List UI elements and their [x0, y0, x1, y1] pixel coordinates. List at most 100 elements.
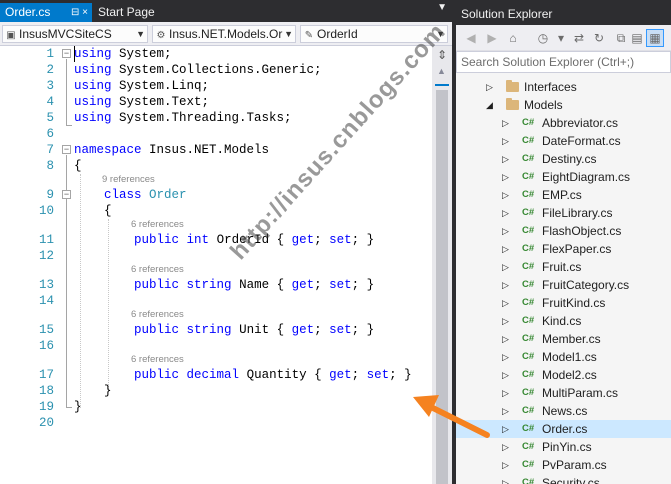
expand-icon[interactable]: ▷ — [502, 114, 509, 132]
tree-file-item[interactable]: ▷ C# News.cs — [456, 402, 671, 420]
tree-file-item[interactable]: ▷ C# Member.cs — [456, 330, 671, 348]
tree-file-item[interactable]: ▷ C# PinYin.cs — [456, 438, 671, 456]
fold-guide-end — [66, 125, 72, 126]
expand-icon[interactable]: ▷ — [502, 474, 509, 484]
expand-icon[interactable]: ▷ — [502, 240, 509, 258]
codelens-references[interactable]: 9 references — [102, 174, 155, 186]
search-input[interactable]: Search Solution Explorer (Ctrl+;) — [456, 51, 671, 73]
tree-file-item[interactable]: ▷ C# DateFormat.cs — [456, 132, 671, 150]
tree-file-item[interactable]: ▷ C# MultiParam.cs — [456, 384, 671, 402]
tree-file-item[interactable]: ▷ C# Abbreviator.cs — [456, 114, 671, 132]
keyword: public — [134, 233, 180, 247]
tab-order-cs[interactable]: Order.cs ⊟ × — [0, 3, 92, 22]
tree-folder-interfaces[interactable]: ▷ Interfaces — [456, 78, 671, 96]
tab-start-page[interactable]: Start Page — [93, 3, 175, 22]
chevron-down-icon[interactable]: ▼ — [437, 2, 447, 13]
line-number: 15 — [38, 323, 54, 337]
csharp-file-icon: C# — [522, 369, 535, 380]
tree-file-item[interactable]: ▷ C# FruitCategory.cs — [456, 276, 671, 294]
back-icon[interactable]: ◀ — [462, 29, 480, 47]
expand-icon[interactable]: ▷ — [502, 222, 509, 240]
code-text: { — [74, 159, 82, 173]
expand-icon[interactable]: ▷ — [502, 438, 509, 456]
line-number-gutter: 1 2 3 4 5 6 7 8 9 10 11 12 13 14 15 16 1… — [0, 46, 54, 484]
tree-file-item[interactable]: ▷ C# Model2.cs — [456, 366, 671, 384]
tree-file-item[interactable]: ▷ C# Order.cs — [456, 420, 671, 438]
codelens-references[interactable]: 6 references — [131, 219, 184, 231]
expand-icon[interactable]: ▷ — [502, 384, 509, 402]
expand-icon[interactable]: ▷ — [502, 168, 509, 186]
expand-icon[interactable]: ▷ — [502, 312, 509, 330]
keyword: set — [329, 323, 352, 337]
tree-file-item[interactable]: ▷ C# PvParam.cs — [456, 456, 671, 474]
expand-icon[interactable]: ▷ — [502, 420, 509, 438]
expand-icon[interactable]: ▷ — [502, 204, 509, 222]
member-dropdown-value: OrderId — [317, 27, 358, 41]
tree-file-item[interactable]: ▷ C# FileLibrary.cs — [456, 204, 671, 222]
tree-folder-models[interactable]: ◢ Models — [456, 96, 671, 114]
member-dropdown[interactable]: ✎ OrderId ▼ — [300, 25, 448, 43]
expand-icon[interactable]: ▷ — [502, 258, 509, 276]
expand-icon[interactable]: ▷ — [486, 78, 493, 96]
collapse-icon[interactable]: − — [62, 49, 71, 58]
collapse-icon[interactable]: ◢ — [486, 96, 493, 114]
fold-guide-end — [66, 407, 72, 408]
properties-icon[interactable]: ▦ — [646, 29, 664, 47]
forward-icon[interactable]: ▶ — [483, 29, 501, 47]
code-text: Quantity { — [239, 368, 330, 382]
history-icon[interactable]: ◷ — [534, 29, 552, 47]
expand-icon[interactable]: ▷ — [502, 150, 509, 168]
expand-icon[interactable]: ▷ — [502, 330, 509, 348]
scroll-up-arrow-icon[interactable]: ▲ — [437, 66, 446, 76]
csharp-file-icon: C# — [522, 207, 535, 218]
tree-label: FruitCategory.cs — [542, 278, 630, 292]
tree-file-item[interactable]: ▷ C# EMP.cs — [456, 186, 671, 204]
code-line: } — [74, 399, 82, 415]
refresh-icon[interactable]: ↻ — [590, 29, 608, 47]
keyword: using — [74, 47, 112, 61]
expand-icon[interactable]: ▷ — [502, 402, 509, 420]
expand-icon[interactable]: ▷ — [502, 132, 509, 150]
tree-file-item[interactable]: ▷ C# FlexPaper.cs — [456, 240, 671, 258]
tab-pin-close-icon[interactable]: ⊟ × — [71, 3, 88, 22]
tree-file-item[interactable]: ▷ C# Destiny.cs — [456, 150, 671, 168]
csharp-file-icon: C# — [522, 333, 535, 344]
project-dropdown[interactable]: ▣ InsusMVCSiteCS ▼ — [2, 25, 148, 43]
collapse-icon[interactable]: − — [62, 190, 71, 199]
tree-file-item[interactable]: ▷ C# Model1.cs — [456, 348, 671, 366]
line-number: 13 — [38, 278, 54, 292]
dropdown-arrow-icon[interactable]: ▾ — [552, 29, 570, 47]
tree-file-item[interactable]: ▷ C# Security.cs — [456, 474, 671, 484]
tree-file-item[interactable]: ▷ C# FruitKind.cs — [456, 294, 671, 312]
tree-file-item[interactable]: ▷ C# EightDiagram.cs — [456, 168, 671, 186]
codelens-references[interactable]: 6 references — [131, 264, 184, 276]
expand-icon[interactable]: ▷ — [502, 366, 509, 384]
tree-file-item[interactable]: ▷ C# Kind.cs — [456, 312, 671, 330]
code-text-area[interactable]: 1 2 3 4 5 6 7 8 9 10 11 12 13 14 15 16 1… — [0, 46, 432, 484]
line-number: 19 — [38, 400, 54, 414]
tree-file-item[interactable]: ▷ C# Fruit.cs — [456, 258, 671, 276]
split-window-icon[interactable]: ⇕ — [434, 48, 450, 62]
caret-position-marker — [435, 84, 449, 86]
expand-icon[interactable]: ▷ — [502, 456, 509, 474]
code-text: ; — [314, 278, 330, 292]
scrollbar-thumb[interactable] — [436, 90, 448, 484]
home-icon[interactable]: ⌂ — [504, 29, 522, 47]
sync-icon[interactable]: ⇄ — [570, 29, 588, 47]
editor-vertical-scrollbar[interactable]: ⇕ ▲ — [432, 46, 452, 484]
collapse-icon[interactable]: − — [62, 145, 71, 154]
expand-icon[interactable]: ▷ — [502, 294, 509, 312]
expand-icon[interactable]: ▷ — [502, 186, 509, 204]
type-dropdown[interactable]: ⚙ Insus.NET.Models.Or ▼ — [152, 25, 296, 43]
expand-icon[interactable]: ▷ — [502, 348, 509, 366]
tree-file-item[interactable]: ▷ C# FlashObject.cs — [456, 222, 671, 240]
line-number: 6 — [46, 127, 54, 141]
solution-tree[interactable]: ▷ Interfaces ◢ Models ▷ C# Abbreviator.cs ▷… — [456, 73, 671, 484]
codelens-references[interactable]: 6 references — [131, 309, 184, 321]
codelens-references[interactable]: 6 references — [131, 354, 184, 366]
line-number: 5 — [46, 111, 54, 125]
line-number: 9 — [46, 188, 54, 202]
show-all-files-icon[interactable]: ▤ — [628, 29, 646, 47]
tree-label: Destiny.cs — [542, 152, 597, 166]
expand-icon[interactable]: ▷ — [502, 276, 509, 294]
